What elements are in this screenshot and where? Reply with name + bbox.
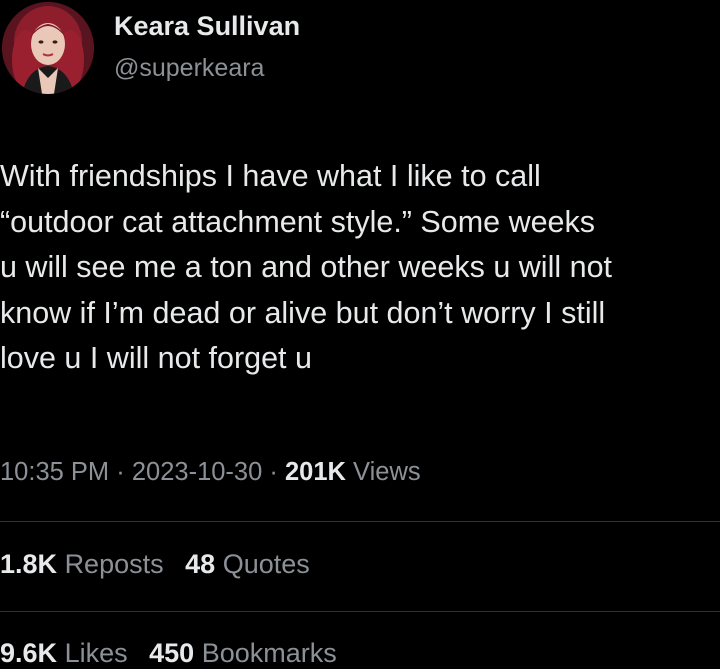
reposts-stat[interactable]: 1.8K Reposts (0, 549, 164, 579)
tweet-text: With friendships I have what I like to c… (0, 154, 720, 382)
tweet-meta: 10:35 PM · 2023-10-30 · 201K Views (0, 458, 421, 487)
quotes-label: Quotes (222, 549, 310, 579)
tweet-text-line: “outdoor cat attachment style.” Some wee… (0, 204, 596, 239)
meta-separator: · (116, 458, 125, 486)
bookmarks-count: 450 (149, 638, 195, 668)
quotes-count: 48 (185, 549, 216, 579)
bookmarks-label: Bookmarks (201, 638, 337, 668)
avatar[interactable] (2, 2, 94, 94)
likes-stat[interactable]: 9.6K Likes (0, 638, 128, 668)
reposts-label: Reposts (64, 549, 164, 579)
tweet-text-line: love u I will not forget u (0, 341, 312, 375)
likes-label: Likes (64, 638, 128, 668)
quotes-stat[interactable]: 48 Quotes (185, 549, 310, 579)
tweet-time[interactable]: 10:35 PM (0, 458, 109, 486)
views-label: Views (353, 458, 421, 486)
bookmarks-stat[interactable]: 450 Bookmarks (149, 638, 337, 668)
tweet-date[interactable]: 2023-10-30 (132, 458, 262, 486)
tweet-text-line: With friendships I have what I like to c… (0, 159, 541, 193)
tweet-header: Keara Sullivan @superkeara (0, 0, 720, 100)
likes-count: 9.6K (0, 638, 58, 668)
engagement-stats-row: 9.6K Likes 450 Bookmarks (0, 638, 351, 669)
engagement-stats-row: 1.8K Reposts 48 Quotes (0, 549, 324, 580)
tweet-text-line: know if I’m dead or alive but don’t worr… (0, 295, 606, 330)
views-count: 201K (284, 458, 346, 486)
meta-separator: · (269, 458, 278, 486)
divider (0, 611, 720, 612)
divider (0, 521, 720, 522)
display-name[interactable]: Keara Sullivan (114, 11, 300, 42)
user-handle[interactable]: @superkeara (114, 54, 264, 83)
profile-photo-avatar (2, 2, 94, 94)
tweet-text-line: u will see me a ton and other weeks u wi… (0, 250, 613, 284)
reposts-count: 1.8K (0, 549, 58, 579)
